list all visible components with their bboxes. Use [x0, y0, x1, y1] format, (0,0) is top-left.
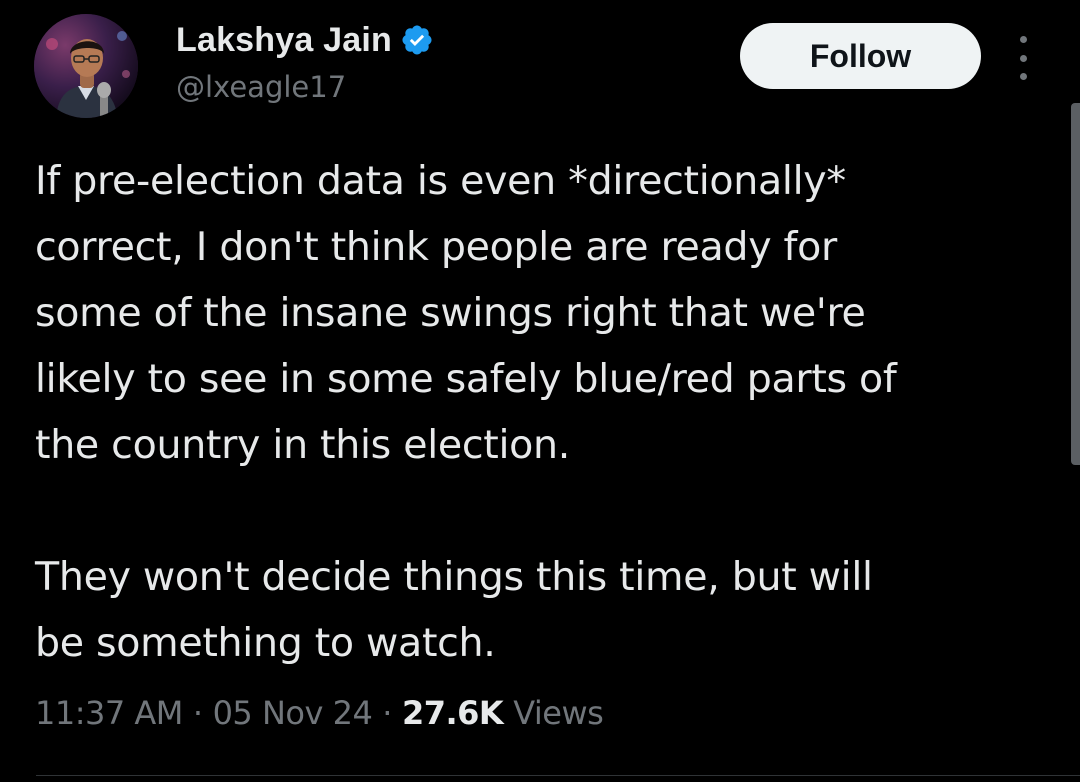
author-handle[interactable]: @lxeagle17	[176, 70, 346, 104]
meta-separator: ·	[382, 694, 392, 732]
author-name-row[interactable]: Lakshya Jain	[176, 20, 434, 60]
tweet-time[interactable]: 11:37 AM	[35, 694, 183, 732]
meta-separator: ·	[192, 694, 203, 732]
more-vertical-icon[interactable]	[1008, 36, 1038, 80]
follow-button[interactable]: Follow	[740, 23, 981, 89]
avatar-image	[34, 14, 138, 118]
more-dot	[1019, 36, 1027, 43]
views-count: 27.6K	[401, 694, 504, 732]
views-label: Views	[513, 694, 604, 732]
verified-badge-icon[interactable]	[400, 23, 434, 57]
tweet-text: If pre-election data is even *directiona…	[35, 158, 897, 666]
tweet-metadata: 11:37 AM · 05 Nov 24 · 27.6K Views	[35, 694, 604, 732]
tweet-card: Lakshya Jain @lxeagle17 Follow If pre-el…	[0, 0, 1080, 782]
divider	[36, 775, 1080, 776]
avatar[interactable]	[34, 14, 138, 118]
scrollbar[interactable]	[1071, 103, 1080, 465]
more-dot	[1019, 54, 1027, 62]
tweet-date[interactable]: 05 Nov 24	[213, 694, 373, 732]
author-display-name[interactable]: Lakshya Jain	[176, 21, 392, 60]
more-dot	[1019, 73, 1027, 80]
